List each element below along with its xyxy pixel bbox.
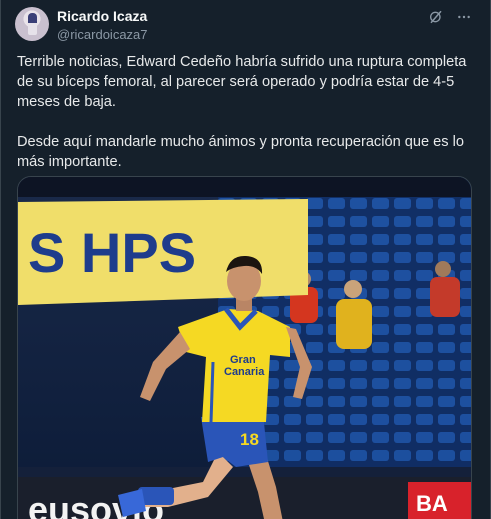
shirt-number: 18 [240,430,259,449]
header-actions [428,7,472,27]
author-block[interactable]: Ricardo Icaza @ricardoicaza7 [57,8,148,43]
football-player-photo: S HPS eusovio BA 18 Gran Canaria [18,177,471,519]
tweet-card[interactable]: Ricardo Icaza @ricardoicaza7 Terrible no… [0,0,491,519]
shirt-text-1: Gran [230,354,256,366]
more-icon[interactable] [456,9,472,25]
shirt-text-2: Canaria [224,366,265,378]
board-tag: BA [416,491,448,516]
tweet-header: Ricardo Icaza @ricardoicaza7 [15,7,476,43]
author-handle[interactable]: @ricardoicaza7 [57,27,148,43]
author-name[interactable]: Ricardo Icaza [57,8,148,25]
grok-icon[interactable] [428,9,444,25]
banner-text: S HPS [28,221,196,284]
tweet-text: Terrible noticias, Edward Cedeño habría … [17,54,467,170]
tweet-photo[interactable]: S HPS eusovio BA 18 Gran Canaria [17,176,472,519]
avatar[interactable] [15,7,49,41]
